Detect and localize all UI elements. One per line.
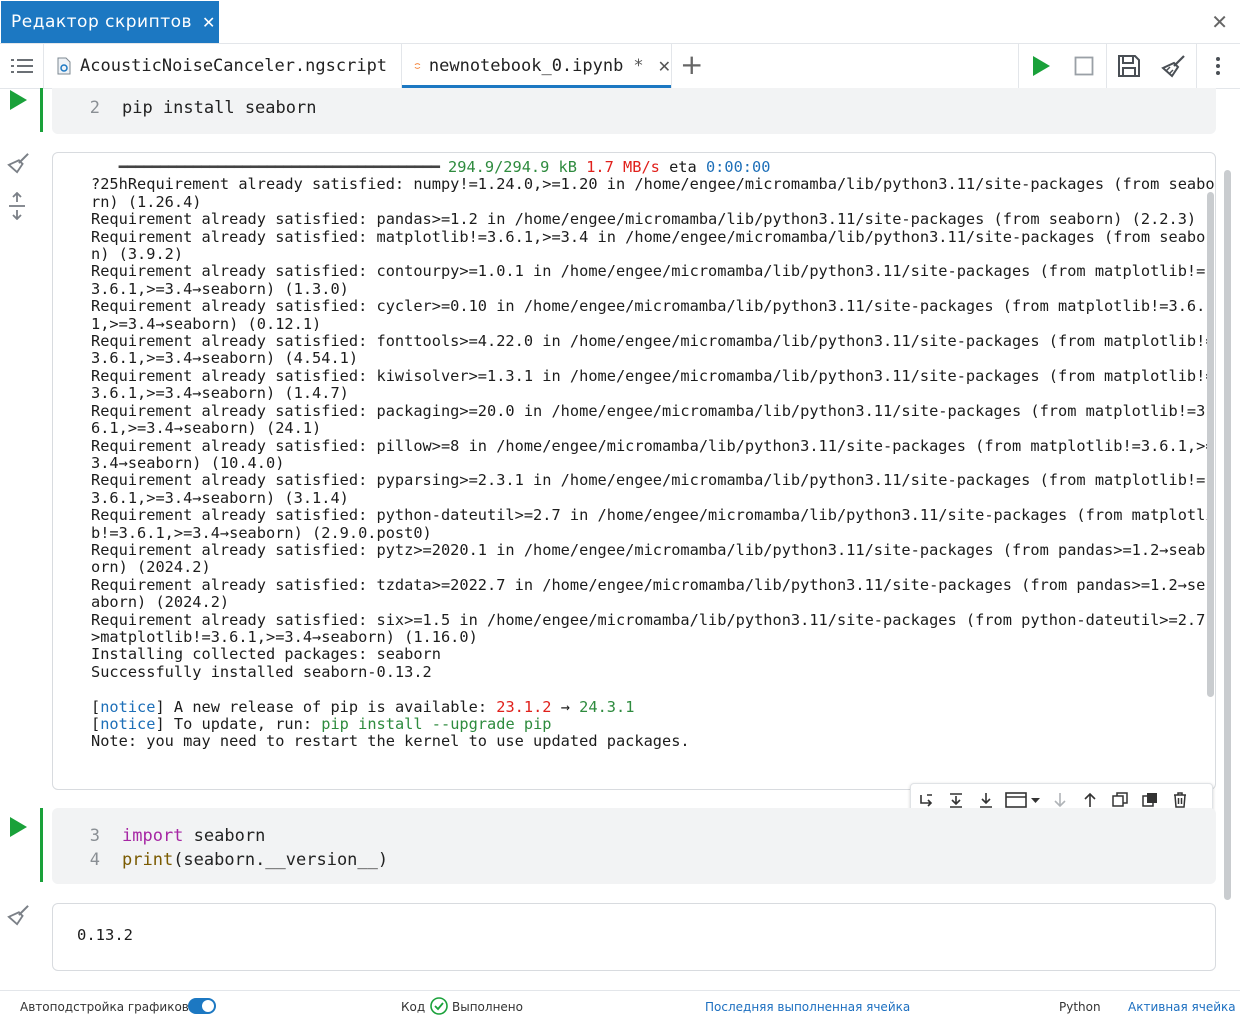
modified-indicator: * — [633, 56, 644, 76]
active-cell-link[interactable]: Активная ячейка — [1128, 1000, 1236, 1014]
panel-tab-label: Редактор скриптов — [11, 12, 193, 32]
autotune-label: Автоподстройка графиков — [20, 1000, 189, 1014]
run-all-button[interactable] — [1019, 44, 1063, 88]
kernel-name[interactable]: Python — [1059, 1000, 1101, 1014]
more-vertical-icon — [1216, 57, 1220, 75]
tab-close-icon[interactable]: ✕ — [658, 57, 671, 76]
more-options-button[interactable] — [1196, 44, 1240, 88]
notebook-area: 2 pip install seaborn ━━━━━━━━━━━━━━━━━━━… — [0, 88, 1240, 990]
collapse-output-button[interactable] — [8, 191, 26, 224]
code-line: 2 pip install seaborn — [52, 98, 317, 118]
notebook-scrollbar[interactable] — [1224, 170, 1231, 900]
script-file-icon — [57, 57, 71, 75]
merge-icon — [950, 793, 962, 808]
mode-label: Код — [401, 1000, 426, 1014]
jupyter-icon — [414, 63, 421, 69]
clear-cell-output-button[interactable] — [6, 152, 30, 178]
tab-label: newnotebook_0.ipynb — [428, 56, 624, 76]
stop-button[interactable] — [1062, 44, 1106, 88]
line-number: 2 — [89, 98, 100, 118]
tab-acoustic-noise-canceler[interactable]: AcousticNoiseCanceler.ngscript — [44, 44, 402, 88]
cell-output-pip: ━━━━━━━━━━━━━━━━━━━━━━━━━━━━━━━━━━━━━━━ … — [52, 152, 1216, 790]
paste-icon — [1142, 793, 1157, 807]
output-text: 0.13.2 — [77, 926, 133, 944]
play-icon — [10, 817, 27, 837]
copy-icon — [1112, 792, 1128, 807]
tab-label: AcousticNoiseCanceler.ngscript — [80, 56, 388, 76]
play-icon — [10, 90, 27, 110]
tab-newnotebook[interactable]: newnotebook_0.ipynb * ✕ — [402, 44, 672, 88]
code-line: 3 import seaborn — [89, 826, 266, 846]
output-scrollbar[interactable] — [1207, 192, 1214, 697]
panel-tab-close-icon[interactable]: ✕ — [202, 13, 216, 32]
run-cell-button[interactable] — [10, 817, 27, 837]
collapse-icon — [9, 191, 25, 221]
broom-icon — [1161, 55, 1185, 78]
output-text: ━━━━━━━━━━━━━━━━━━━━━━━━━━━━━━━━━━━━━━━ … — [91, 158, 1215, 751]
broom-icon — [7, 905, 29, 926]
panel-title-bar: Редактор скриптов ✕ ✕ — [0, 0, 1240, 44]
code-cell-2[interactable]: 2 pip install seaborn — [52, 88, 1216, 134]
clear-cell-output-button[interactable] — [6, 904, 30, 930]
code-text: pip install seaborn — [122, 98, 317, 118]
status-bar: Автоподстройка графиков Код Выполнено По… — [0, 990, 1240, 1024]
panel-close-icon[interactable]: ✕ — [1211, 10, 1228, 34]
arrow-down-icon — [1054, 793, 1066, 808]
save-button[interactable] — [1107, 44, 1151, 88]
editor-tab-bar: AcousticNoiseCanceler.ngscript newnotebo… — [0, 44, 1240, 89]
broom-icon — [7, 153, 29, 174]
autotune-toggle[interactable] — [188, 998, 216, 1014]
active-cell-marker — [40, 88, 43, 132]
cell-type-icon — [1005, 792, 1040, 808]
panel-tab-script-editor[interactable]: Редактор скриптов ✕ — [1, 1, 219, 43]
play-icon — [1033, 56, 1050, 76]
save-icon — [1118, 55, 1140, 77]
kernel-state: Выполнено — [452, 1000, 523, 1014]
stop-icon — [1074, 56, 1094, 76]
cell-output-version: 0.13.2 — [52, 903, 1216, 971]
last-executed-cell-link[interactable]: Последняя выполненная ячейка — [705, 1000, 910, 1014]
split-icon — [920, 794, 933, 807]
download-icon — [980, 793, 992, 808]
list-icon — [10, 59, 33, 73]
trash-icon — [1174, 792, 1186, 808]
outline-button[interactable] — [0, 44, 44, 88]
add-tab-button[interactable]: + — [680, 50, 703, 80]
progress-bar: ━━━━━━━━━━━━━━━━━━━━━━━━━━━━━━━━━━━━━━━ — [118, 158, 440, 176]
clear-output-button[interactable] — [1151, 44, 1195, 88]
active-cell-marker — [40, 808, 43, 882]
code-line: 4 print(seaborn.__version__) — [89, 850, 389, 870]
run-cell-button[interactable] — [10, 90, 27, 110]
code-cell-3[interactable]: 3 import seaborn 4 print(seaborn.__version… — [52, 808, 1216, 884]
check-circle-icon — [430, 997, 448, 1018]
arrow-up-icon — [1084, 792, 1096, 807]
